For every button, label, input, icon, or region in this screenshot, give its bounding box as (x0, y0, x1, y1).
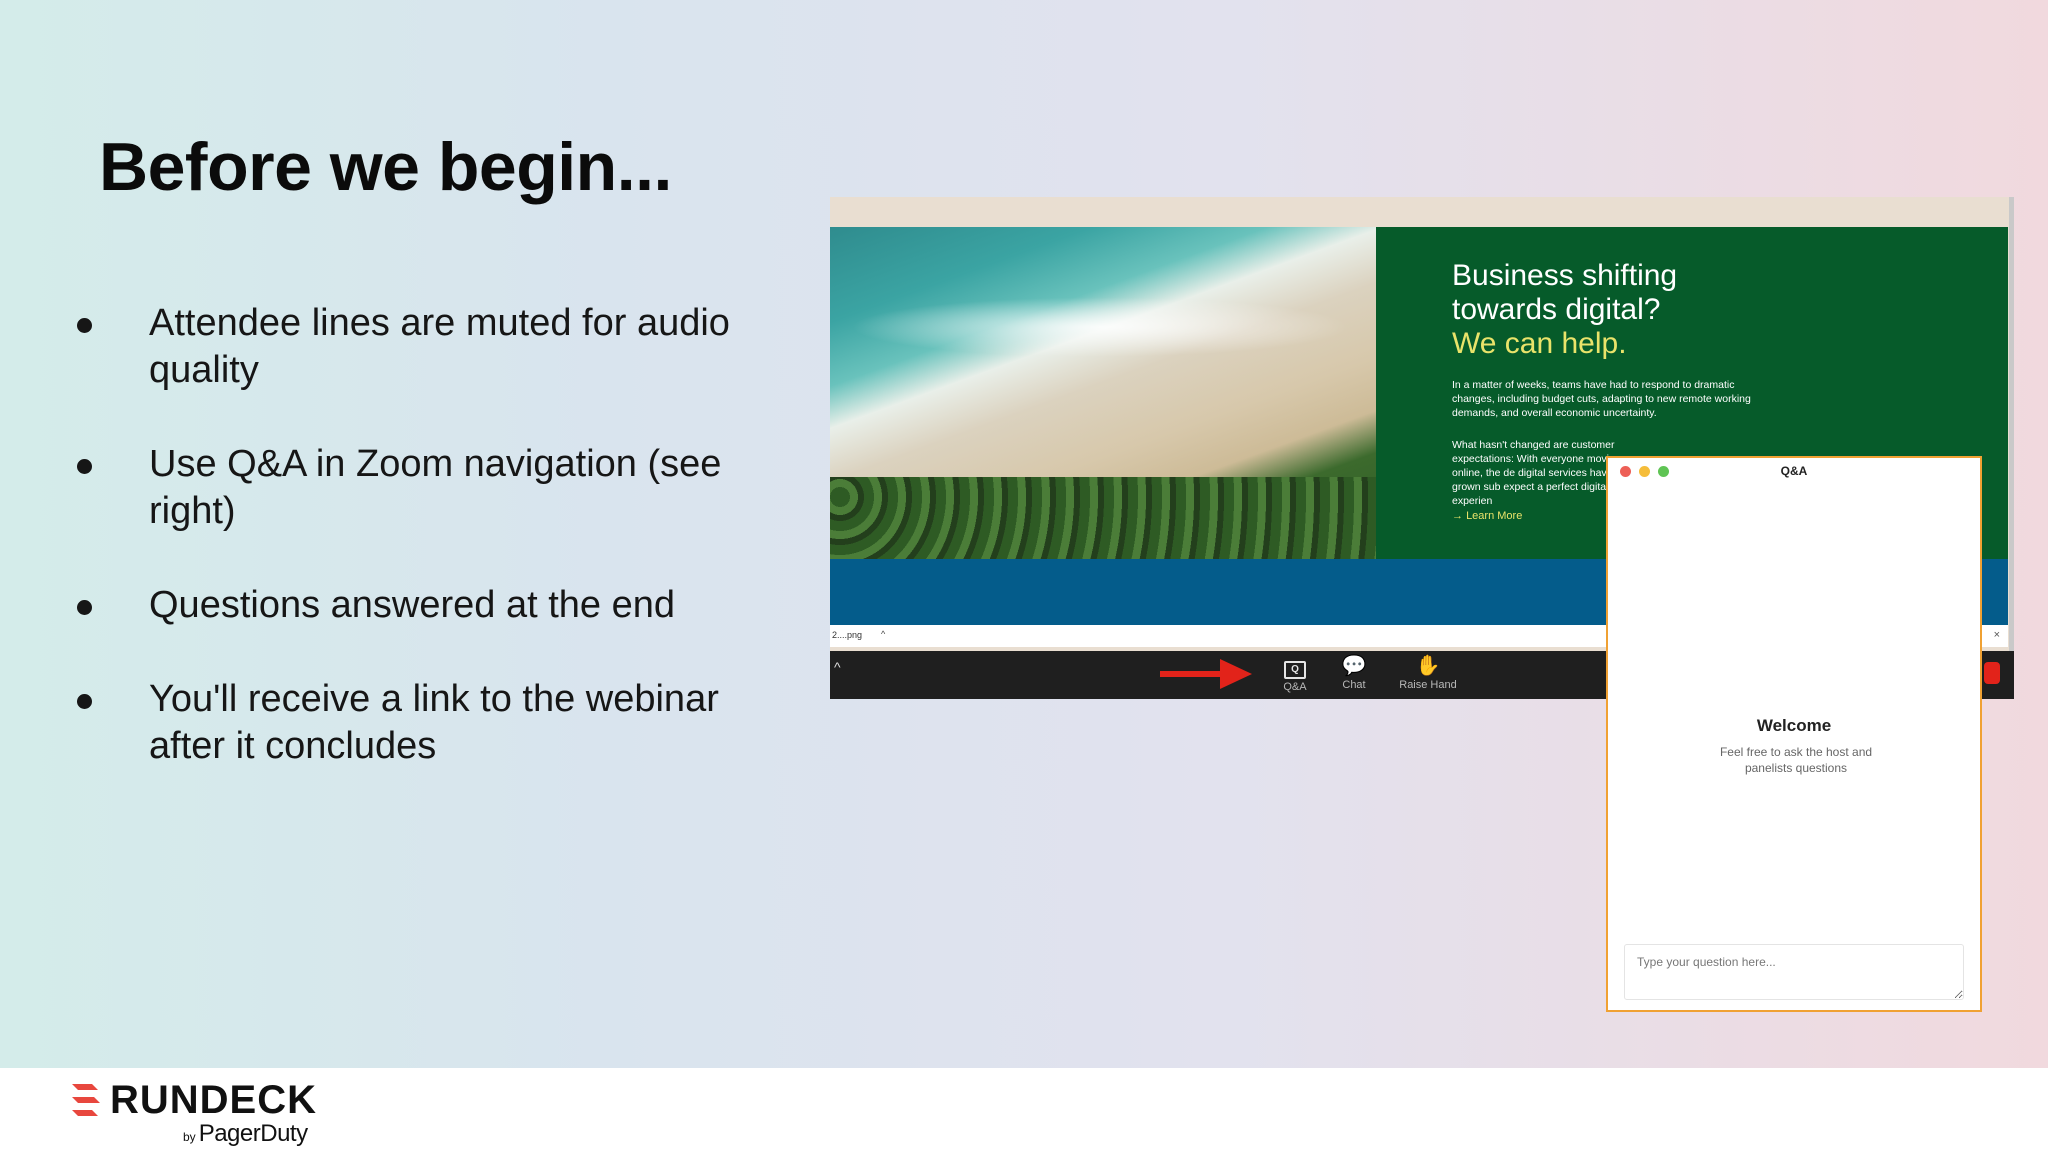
bullet-dot (77, 459, 92, 474)
bullet-item: Questions answered at the end (70, 582, 790, 629)
red-arrow-icon (1160, 659, 1252, 689)
beach-aerial-image (830, 227, 1376, 559)
bullet-item: Attendee lines are muted for audio quali… (70, 300, 790, 394)
raise-hand-button[interactable]: ✋ Raise Hand (1393, 655, 1463, 691)
bullet-text: Questions answered at the end (149, 584, 676, 626)
logo-wordmark: RUNDECK (110, 1078, 317, 1122)
bullet-dot (77, 600, 92, 615)
bullet-text: Attendee lines are muted for audio quali… (149, 302, 730, 391)
banner-headline: Business shifting towards digital? We ca… (1452, 259, 1677, 361)
close-icon[interactable]: × (1994, 629, 2000, 641)
bullet-item: Use Q&A in Zoom navigation (see right) (70, 441, 790, 535)
raise-hand-label: Raise Hand (1399, 679, 1457, 691)
qa-welcome-heading: Welcome (1756, 716, 1832, 735)
chat-label: Chat (1342, 679, 1366, 691)
qa-window-title: Q&A (1780, 464, 1808, 478)
download-file-name[interactable]: 2....png (832, 630, 862, 640)
banner-paragraph-2: What hasn't changed are customer expecta… (1452, 439, 1621, 507)
chevron-up-icon[interactable]: ^ (881, 629, 885, 639)
bullet-dot (77, 318, 92, 333)
logo-company: PagerDuty (198, 1120, 308, 1147)
banner-paragraph-1: In a matter of weeks, teams have had to … (1452, 379, 1751, 419)
arrow-right-icon: → (1452, 510, 1463, 522)
banner-highlight: We can help. (1452, 327, 1627, 360)
wave-foam (850, 297, 1350, 357)
footer: RUNDECK by PagerDuty (0, 1068, 2048, 1152)
learn-more-link[interactable]: → Learn More (1452, 510, 1522, 522)
screenshot-scrollbar (2009, 197, 2014, 699)
rundeck-mark-icon (72, 1084, 100, 1116)
learn-more-label: Learn More (1466, 510, 1523, 522)
chat-bubble-icon: 💬 (1341, 655, 1367, 677)
question-input[interactable] (1624, 944, 1964, 1000)
slide-title: Before we begin... (99, 129, 672, 205)
banner-headline-line2: towards digital? (1452, 293, 1661, 326)
qa-window: Q&A Welcome Feel free to ask the host an… (1606, 456, 1982, 1012)
bullet-list: Attendee lines are muted for audio quali… (70, 300, 790, 817)
qa-label: Q&A (1283, 681, 1307, 693)
banner-headline-line1: Business shifting (1452, 259, 1678, 292)
tree-line (830, 477, 1376, 559)
bullet-text: Use Q&A in Zoom navigation (see right) (149, 443, 722, 532)
logo-by: by (183, 1130, 196, 1144)
leave-button[interactable] (1984, 662, 2000, 684)
logo-byline: by PagerDuty (183, 1120, 308, 1148)
qa-description: Feel free to ask the host and panelists … (1719, 745, 1873, 775)
bullet-text: You'll receive a link to the webinar aft… (149, 678, 719, 767)
bullet-item: You'll receive a link to the webinar aft… (70, 676, 790, 770)
chat-button[interactable]: 💬 Chat (1319, 655, 1389, 691)
bullet-dot (77, 694, 92, 709)
hand-icon: ✋ (1415, 655, 1441, 677)
expand-chevron-icon[interactable]: ^ (834, 659, 841, 675)
